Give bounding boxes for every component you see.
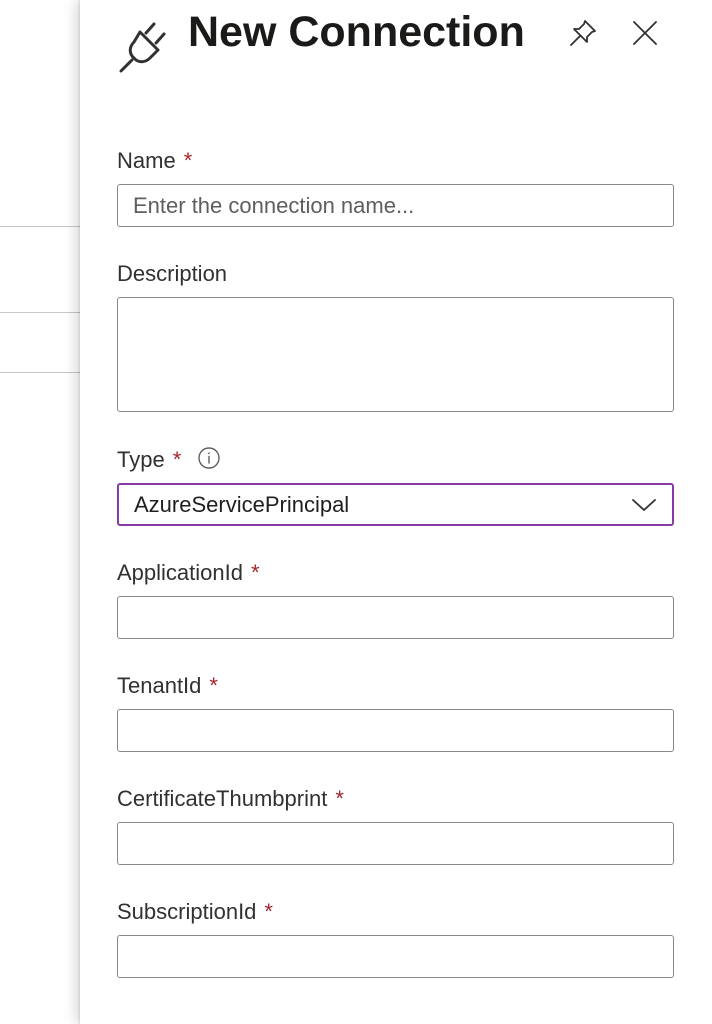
- application-id-input[interactable]: [117, 596, 674, 639]
- name-label: Name *: [117, 147, 192, 175]
- name-input[interactable]: [117, 184, 674, 227]
- tenant-id-label: TenantId *: [117, 672, 218, 700]
- subscription-id-input[interactable]: [117, 935, 674, 978]
- chevron-down-icon: [630, 495, 658, 515]
- certificate-thumbprint-label-text: CertificateThumbprint: [117, 786, 328, 811]
- application-id-label: ApplicationId *: [117, 559, 260, 587]
- info-icon[interactable]: [197, 446, 221, 470]
- panel-title: New Connection: [188, 8, 525, 56]
- background-divider: [0, 226, 80, 227]
- subscription-id-label: SubscriptionId *: [117, 898, 273, 926]
- required-marker: *: [183, 148, 193, 173]
- description-label: Description: [117, 260, 227, 288]
- application-id-label-text: ApplicationId: [117, 560, 243, 585]
- description-textarea[interactable]: [117, 297, 674, 412]
- type-label: Type *: [117, 446, 221, 474]
- close-icon: [633, 21, 657, 45]
- type-label-text: Type: [117, 447, 165, 472]
- required-marker: *: [335, 786, 344, 811]
- type-selected-value: AzureServicePrincipal: [134, 492, 350, 517]
- required-marker: *: [250, 560, 260, 585]
- pin-icon: [570, 20, 596, 46]
- panel-header: New Connection: [80, 0, 712, 80]
- type-dropdown[interactable]: AzureServicePrincipal: [117, 483, 674, 526]
- required-marker: *: [264, 899, 273, 924]
- certificate-thumbprint-input[interactable]: [117, 822, 674, 865]
- background-divider: [0, 372, 80, 373]
- required-marker: *: [172, 447, 182, 472]
- background-divider: [0, 312, 80, 313]
- name-label-text: Name: [117, 148, 176, 173]
- required-marker: *: [209, 673, 218, 698]
- tenant-id-label-text: TenantId: [117, 673, 202, 698]
- description-label-text: Description: [117, 261, 228, 286]
- new-connection-panel: New Connection Name * Description Type * A…: [80, 0, 712, 1024]
- tenant-id-input[interactable]: [117, 709, 674, 752]
- close-button[interactable]: [628, 16, 662, 50]
- pin-button[interactable]: [566, 16, 600, 50]
- plug-icon: [116, 16, 172, 76]
- certificate-thumbprint-label: CertificateThumbprint *: [117, 785, 344, 813]
- background-page: [0, 0, 80, 1024]
- subscription-id-label-text: SubscriptionId: [117, 899, 257, 924]
